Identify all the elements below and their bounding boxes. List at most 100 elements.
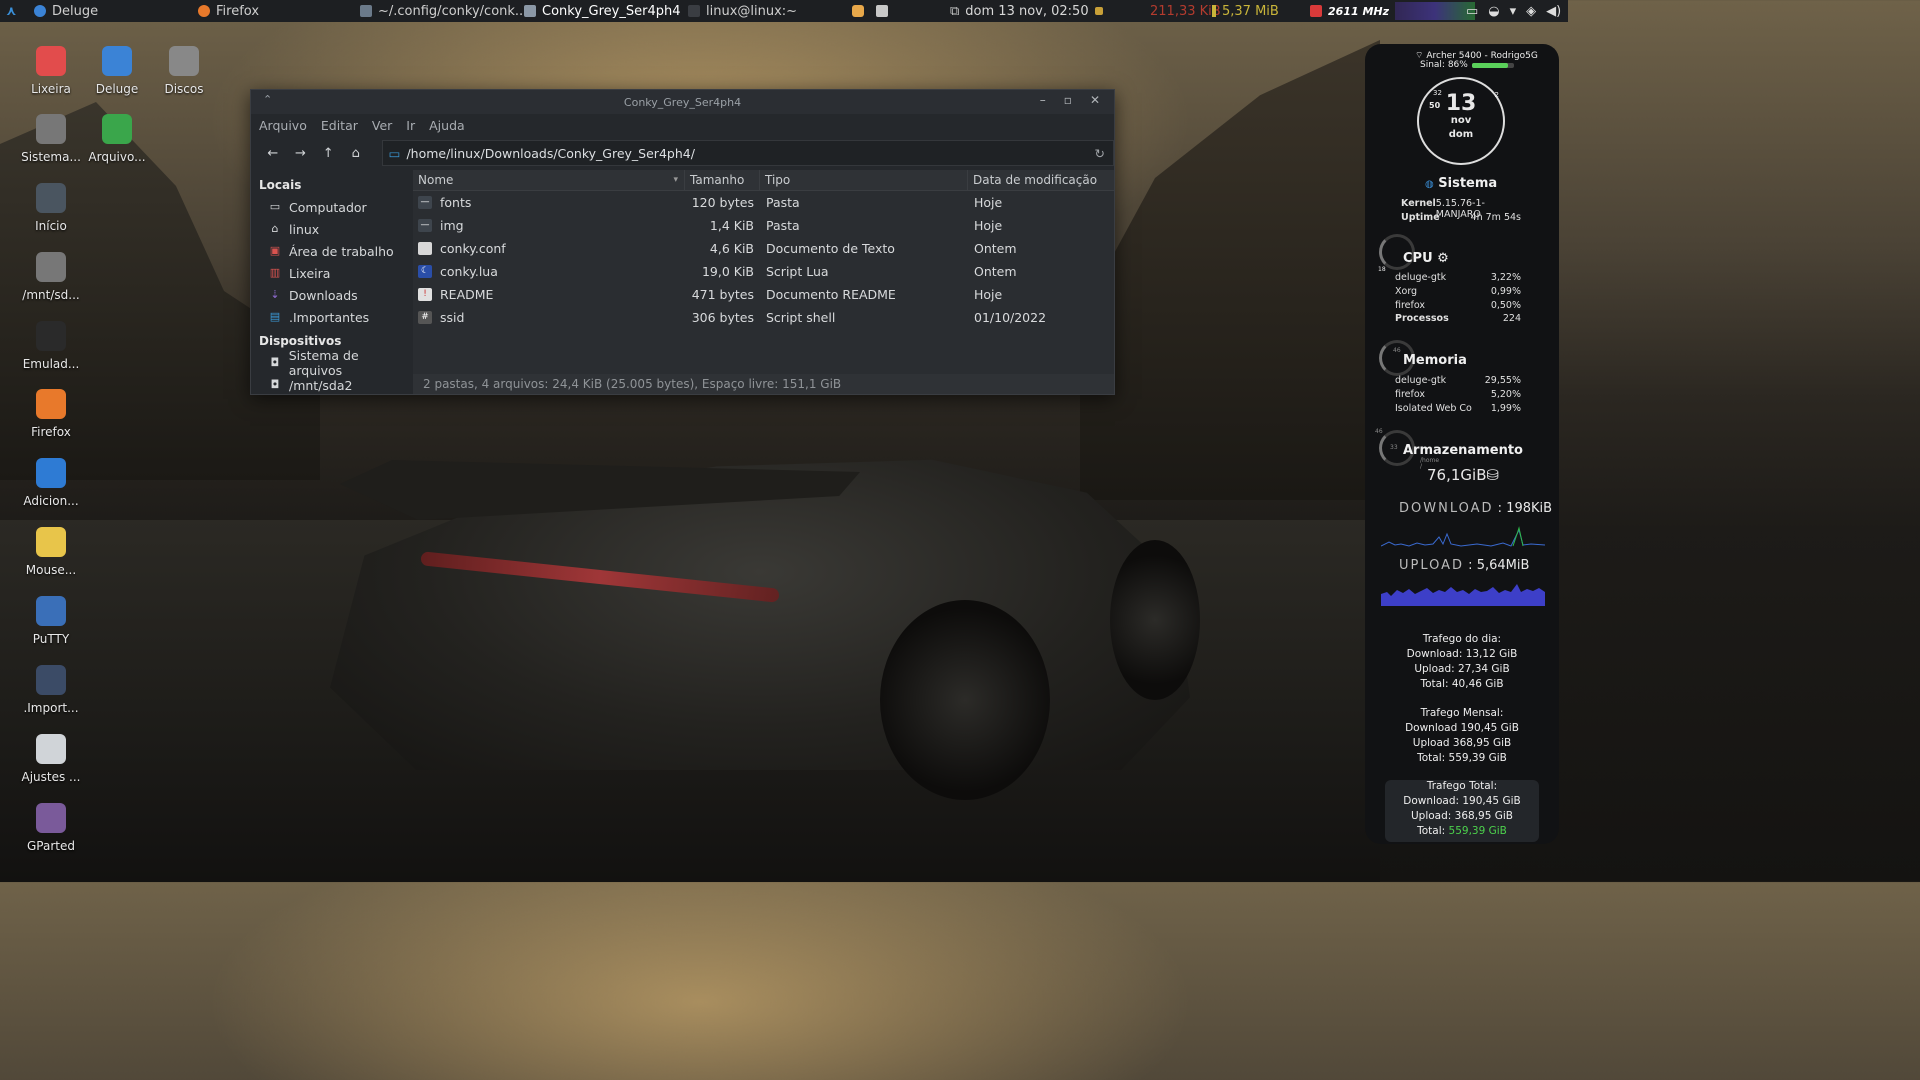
column-header: Nome ▾ Tamanho Tipo Data de modificação bbox=[413, 170, 1114, 191]
sidebar-heading-locais: Locais bbox=[259, 178, 302, 192]
folder-icon bbox=[524, 5, 536, 17]
file-size: 471 bytes bbox=[691, 287, 754, 302]
desktop-icon[interactable]: Adicion... bbox=[18, 458, 84, 508]
up-button[interactable]: ↑ bbox=[316, 141, 340, 165]
menu-ver[interactable]: Ver bbox=[372, 118, 392, 133]
conky-clock: 13 nov dom 32 50 2 bbox=[1417, 77, 1505, 165]
window-titlebar[interactable]: ⌃ Conky_Grey_Ser4ph4 – ▫ ✕ bbox=[251, 90, 1114, 114]
file-name: ssid bbox=[440, 310, 465, 325]
desktop-icon[interactable]: Emulad... bbox=[18, 321, 84, 371]
terminal-icon bbox=[36, 321, 66, 351]
back-button[interactable]: ← bbox=[261, 141, 285, 165]
process-value: 3,22% bbox=[1490, 272, 1521, 283]
sidebar-item[interactable]: ◘ Sistema de arquivos bbox=[251, 348, 413, 378]
file-row[interactable]: ☾ conky.lua 19,0 KiB Script Lua Ontem bbox=[413, 260, 1114, 283]
process-name: Isolated Web Co bbox=[1395, 403, 1472, 414]
chevron-up-icon[interactable]: ⌃ bbox=[263, 93, 272, 106]
desktop-icon[interactable]: .Import... bbox=[18, 665, 84, 715]
sidebar-item-label: .Importantes bbox=[289, 309, 370, 325]
desktop-icon[interactable]: Mouse... bbox=[18, 527, 84, 577]
volume-icon[interactable]: ◀) bbox=[1546, 4, 1561, 19]
desktop-icon-label: Emulad... bbox=[22, 357, 80, 371]
shield-tray-icon[interactable]: ◈ bbox=[1526, 4, 1536, 19]
file-row[interactable]: ! README 471 bytes Documento README Hoje bbox=[413, 283, 1114, 306]
desktop-icon[interactable]: Ajustes ... bbox=[18, 734, 84, 784]
file-row[interactable]: — img 1,4 KiB Pasta Hoje bbox=[413, 214, 1114, 237]
desktop-icon[interactable]: Sistema... bbox=[18, 114, 84, 164]
column-type[interactable]: Tipo bbox=[760, 170, 968, 190]
maximize-button[interactable]: ▫ bbox=[1064, 93, 1072, 107]
update-icon bbox=[1094, 7, 1103, 15]
menu-ir[interactable]: Ir bbox=[406, 118, 415, 133]
task-deluge[interactable]: Deluge bbox=[34, 0, 98, 22]
desktop-icon[interactable]: GParted bbox=[18, 803, 84, 853]
desktop-icon[interactable]: Lixeira bbox=[18, 46, 84, 96]
reload-icon[interactable]: ↻ bbox=[1095, 146, 1105, 161]
clock-min-label: 50 bbox=[1429, 101, 1441, 110]
sidebar-item-label: Computador bbox=[289, 199, 367, 215]
task-file-manager[interactable]: Conky_Grey_Ser4ph4 bbox=[524, 0, 680, 22]
drive-tray-icon[interactable]: ▭ bbox=[1466, 4, 1478, 19]
file-name-cell: conky.conf bbox=[413, 241, 685, 256]
desktop-icon[interactable]: Início bbox=[18, 183, 84, 233]
desktop-icon[interactable]: /mnt/sd... bbox=[18, 252, 84, 302]
desktop-icon[interactable]: Discos bbox=[151, 46, 217, 96]
minimize-button[interactable]: – bbox=[1040, 93, 1046, 107]
upload-readout: UPLOAD : 5,64MiB bbox=[1399, 558, 1530, 573]
menu-ajuda[interactable]: Ajuda bbox=[429, 118, 465, 133]
column-date[interactable]: Data de modificação bbox=[968, 170, 1110, 190]
sidebar-item[interactable]: ▣ Área de trabalho bbox=[251, 240, 413, 262]
window-content: Locais ▭ Computador ⌂ linux ▣ Área de trabalh… bbox=[251, 170, 1114, 394]
desktop-icon[interactable]: Deluge bbox=[84, 46, 150, 96]
column-name[interactable]: Nome ▾ bbox=[413, 170, 685, 190]
sidebar-item[interactable]: ⇣ Downloads bbox=[251, 284, 413, 306]
menu-arquivo[interactable]: Arquivo bbox=[259, 118, 307, 133]
sidebar-item[interactable]: ▥ Lixeira bbox=[251, 262, 413, 284]
download-readout: DOWNLOAD : 198KiB bbox=[1399, 501, 1553, 516]
close-button[interactable]: ✕ bbox=[1090, 93, 1100, 107]
file-date: Hoje bbox=[974, 287, 1003, 302]
app-menu-icon[interactable]: ⋏ bbox=[6, 0, 17, 22]
path-field[interactable]: ▭ /home/linux/Downloads/Conky_Grey_Ser4p… bbox=[381, 140, 1115, 166]
desktop-icon[interactable]: Arquivo... bbox=[84, 114, 150, 164]
forward-button[interactable]: → bbox=[289, 141, 313, 165]
file-row[interactable]: # ssid 306 bytes Script shell 01/10/2022 bbox=[413, 306, 1114, 329]
desktop-icon-label: Discos bbox=[164, 82, 204, 96]
file-size: 4,6 KiB bbox=[709, 241, 754, 256]
home-button[interactable]: ⌂ bbox=[344, 141, 368, 165]
task-terminal[interactable]: linux@linux:~ bbox=[688, 0, 797, 22]
terminal-icon bbox=[688, 5, 700, 17]
keyboard-tray-icon[interactable] bbox=[876, 0, 888, 22]
desktop-icon-label: Sistema... bbox=[21, 150, 81, 164]
file-name-cell: ! README bbox=[413, 287, 685, 302]
cpu-ring-label: 18 bbox=[1378, 266, 1386, 273]
sidebar-item[interactable]: ⌂ linux bbox=[251, 218, 413, 240]
file-row[interactable]: — fonts 120 bytes Pasta Hoje bbox=[413, 191, 1114, 214]
upload-graph bbox=[1381, 584, 1545, 606]
file-row[interactable]: conky.conf 4,6 KiB Documento de Texto Ontem bbox=[413, 237, 1114, 260]
desktop-icon-label: .Import... bbox=[23, 701, 79, 715]
task-editor[interactable]: ~/.config/conky/conk... bbox=[360, 0, 527, 22]
clock-hour-label: 2 bbox=[1494, 91, 1499, 99]
window-switch-icon: ⧉ bbox=[950, 3, 960, 19]
clock[interactable]: ⧉ dom 13 nov, 02:50 bbox=[950, 0, 1103, 22]
file-date: 01/10/2022 bbox=[974, 310, 1047, 325]
column-size[interactable]: Tamanho bbox=[685, 170, 760, 190]
sidebar-item-label: /mnt/sda2 bbox=[289, 377, 353, 393]
desktop-icon[interactable]: PuTTY bbox=[18, 596, 84, 646]
wifi-tray-icon[interactable]: ▾ bbox=[1510, 4, 1517, 19]
sidebar-item[interactable]: ▭ Computador bbox=[251, 196, 413, 218]
task-firefox[interactable]: Firefox bbox=[198, 0, 259, 22]
toolbar: ← → ↑ ⌂ ▭ /home/linux/Downloads/Conky_Gr… bbox=[251, 136, 1115, 170]
shell-file-icon: # bbox=[418, 311, 432, 324]
droplet-tray-icon[interactable]: ◒ bbox=[1488, 4, 1499, 19]
menu-editar[interactable]: Editar bbox=[321, 118, 358, 133]
sidebar-item[interactable]: ▤ .Importantes bbox=[251, 306, 413, 328]
desktop-icon[interactable]: Firefox bbox=[18, 389, 84, 439]
shield-tray-icon[interactable] bbox=[852, 0, 864, 22]
notepad-icon bbox=[36, 527, 66, 557]
desktop-icon-label: Início bbox=[35, 219, 67, 233]
firefox-icon bbox=[198, 5, 210, 17]
desktop-icon-label: Mouse... bbox=[25, 563, 77, 577]
traffic-month: Trafego Mensal: Download 190,45 GiB Uplo… bbox=[1405, 707, 1519, 764]
